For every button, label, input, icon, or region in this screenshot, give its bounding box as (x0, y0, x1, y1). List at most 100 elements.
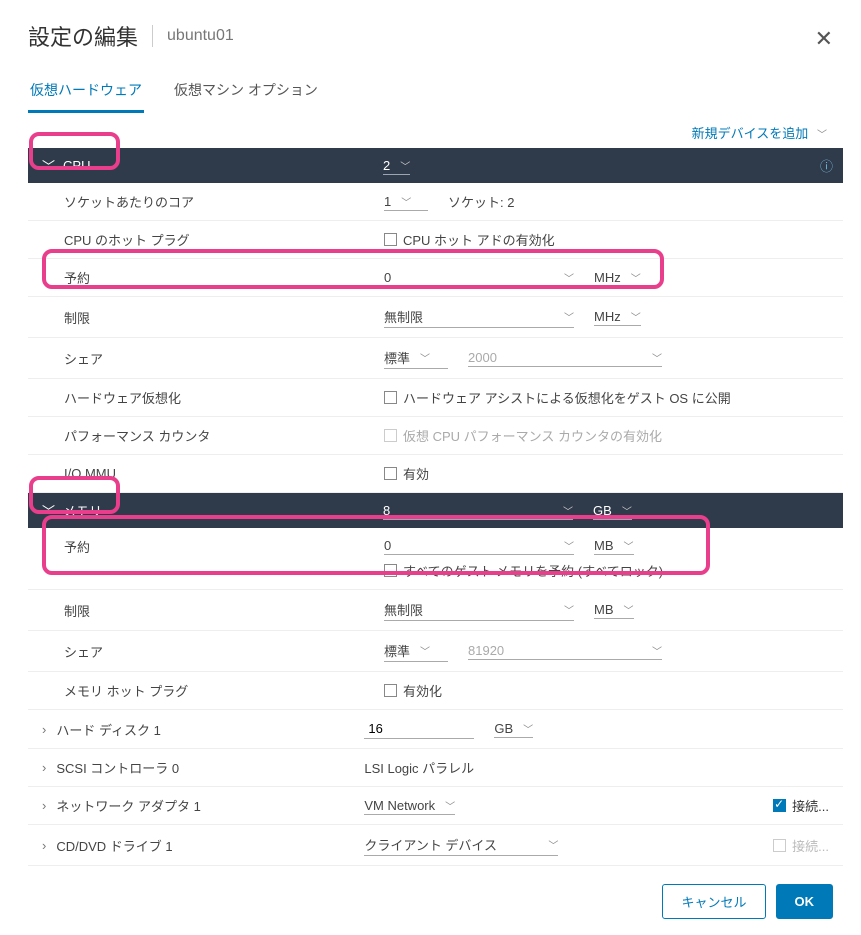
scsi-value: LSI Logic パラレル (364, 758, 474, 777)
cancel-button[interactable]: キャンセル (662, 884, 765, 919)
memory-reservation-row: 予約 0﹀ MB﹀ すべてのゲスト メモリを予約 (すべてロック) (28, 528, 843, 590)
net-connect-checkbox[interactable]: 接続... (773, 796, 829, 815)
chevron-down-icon: ﹀ (624, 602, 634, 617)
mem-reserve-all-checkbox[interactable]: すべてのゲスト メモリを予約 (すべてロック) (384, 561, 663, 580)
hwvirt-checkbox[interactable]: ハードウェア アシストによる仮想化をゲスト OS に公開 (384, 388, 731, 407)
chevron-down-icon: ﹀ (420, 643, 430, 658)
cpu-hotplug-row: CPU のホット プラグ CPU ホット アドの有効化 (28, 221, 843, 259)
memory-label: メモリ (63, 501, 383, 520)
iommu-checkbox[interactable]: 有効 (384, 464, 429, 483)
hw-virtualization-row: ハードウェア仮想化 ハードウェア アシストによる仮想化をゲスト OS に公開 (28, 379, 843, 417)
tab-hardware[interactable]: 仮想ハードウェア (28, 72, 144, 113)
modal-header: 設定の編集 ubuntu01 (0, 0, 861, 60)
chevron-down-icon: ﹀ (622, 503, 632, 518)
vm-name: ubuntu01 (167, 27, 234, 45)
cpu-hotplug-label: CPU のホット プラグ (64, 230, 384, 249)
chevron-down-icon: ﹀ (652, 350, 662, 365)
cpu-share-row: シェア 標準﹀ 2000﹀ (28, 338, 843, 379)
cpu-reservation-row: 予約 0﹀ MHz﹀ (28, 259, 843, 297)
cpu-reserve-value[interactable]: 0﹀ (384, 269, 574, 287)
memory-value[interactable]: 8﹀ (383, 502, 573, 520)
memory-share-row: シェア 標準﹀ 81920﹀ (28, 631, 843, 672)
chevron-down-icon: ﹀ (652, 643, 662, 658)
cores-label: ソケットあたりのコア (64, 192, 384, 211)
cpu-limit-row: 制限 無制限﹀ MHz﹀ (28, 297, 843, 338)
chevron-down-icon: ﹀ (42, 501, 55, 520)
socket-count-label: ソケット: 2 (448, 192, 514, 211)
cpu-share-level[interactable]: 標準﹀ (384, 347, 448, 369)
cpu-reserve-label: 予約 (64, 268, 384, 287)
chevron-down-icon: ﹀ (564, 602, 574, 617)
memory-hotplug-row: メモリ ホット プラグ 有効化 (28, 672, 843, 710)
mem-limit-unit[interactable]: MB﹀ (594, 601, 634, 619)
tabs: 仮想ハードウェア 仮想マシン オプション (0, 60, 861, 113)
mem-hotplug-checkbox[interactable]: 有効化 (384, 681, 442, 700)
mem-reserve-unit[interactable]: MB﹀ (594, 537, 634, 555)
net-label: ネットワーク アダプタ 1 (56, 796, 364, 815)
chevron-down-icon: ﹀ (814, 130, 827, 141)
perfcnt-checkbox: 仮想 CPU パフォーマンス カウンタの有効化 (384, 426, 662, 445)
network-adapter-row[interactable]: › ネットワーク アダプタ 1 VM Network﹀ 接続... (28, 787, 843, 825)
iommu-label: I/O MMU (64, 466, 384, 481)
cpu-limit-value[interactable]: 無制限﹀ (384, 306, 574, 328)
cpu-label: CPU (63, 158, 383, 173)
hwvirt-label: ハードウェア仮想化 (64, 388, 384, 407)
cd-label: CD/DVD ドライブ 1 (56, 836, 364, 855)
cpu-limit-unit[interactable]: MHz﹀ (594, 308, 641, 326)
mem-reserve-value[interactable]: 0﹀ (384, 537, 574, 555)
mem-reserve-label: 予約 (64, 537, 384, 556)
net-select[interactable]: VM Network﹀ (364, 797, 455, 815)
perf-counter-row: パフォーマンス カウンタ 仮想 CPU パフォーマンス カウンタの有効化 (28, 417, 843, 455)
mem-limit-value[interactable]: 無制限﹀ (384, 599, 574, 621)
chevron-down-icon: ﹀ (548, 837, 558, 852)
cpu-hotplug-checkbox[interactable]: CPU ホット アドの有効化 (384, 230, 555, 249)
add-device-link[interactable]: 新規デバイスを追加 ﹀ (0, 113, 861, 148)
info-icon[interactable]: ⓘ (820, 156, 833, 175)
close-icon[interactable]: ✕ (815, 26, 833, 52)
chevron-down-icon: ﹀ (400, 158, 410, 173)
footer: キャンセル OK (0, 868, 861, 935)
cd-dvd-row[interactable]: › CD/DVD ドライブ 1 クライアント デバイス﹀ 接続... (28, 825, 843, 866)
cpu-reserve-unit[interactable]: MHz﹀ (594, 269, 641, 287)
page-title: 設定の編集 (28, 20, 138, 52)
title-separator (152, 25, 153, 47)
tab-vm-options[interactable]: 仮想マシン オプション (172, 72, 320, 113)
hdd-unit[interactable]: GB﹀ (494, 720, 533, 738)
scsi-label: SCSI コントローラ 0 (56, 758, 364, 777)
chevron-right-icon: › (42, 798, 46, 813)
cores-select[interactable]: 1﹀ (384, 193, 428, 211)
hdd-size-input[interactable] (364, 719, 474, 739)
mem-share-value[interactable]: 81920﹀ (468, 642, 662, 660)
cpu-limit-label: 制限 (64, 308, 384, 327)
cores-per-socket-row: ソケットあたりのコア 1﹀ ソケット: 2 (28, 183, 843, 221)
cpu-count-select[interactable]: 2﹀ (383, 157, 410, 175)
chevron-down-icon: ﹀ (563, 503, 573, 518)
chevron-down-icon: ﹀ (420, 350, 430, 365)
chevron-right-icon: › (42, 838, 46, 853)
cpu-share-label: シェア (64, 349, 384, 368)
iommu-row: I/O MMU 有効 (28, 455, 843, 493)
cd-select[interactable]: クライアント デバイス﹀ (364, 834, 558, 856)
scsi-row[interactable]: › SCSI コントローラ 0 LSI Logic パラレル (28, 749, 843, 787)
memory-limit-row: 制限 無制限﹀ MB﹀ (28, 590, 843, 631)
memory-section-header[interactable]: ﹀ メモリ 8﹀ GB﹀ (28, 493, 843, 528)
ok-button[interactable]: OK (776, 884, 834, 919)
mem-hotplug-label: メモリ ホット プラグ (64, 681, 384, 700)
chevron-down-icon: ﹀ (624, 538, 634, 553)
cpu-section-header[interactable]: ﹀ CPU 2﹀ ⓘ (28, 148, 843, 183)
perfcnt-label: パフォーマンス カウンタ (64, 426, 384, 445)
chevron-down-icon: ﹀ (445, 798, 455, 813)
cpu-share-value[interactable]: 2000﹀ (468, 349, 662, 367)
memory-unit[interactable]: GB﹀ (593, 502, 632, 520)
chevron-down-icon: ﹀ (401, 194, 411, 209)
mem-limit-label: 制限 (64, 601, 384, 620)
hard-disk-row[interactable]: › ハード ディスク 1 GB﹀ (28, 710, 843, 749)
cd-connect-checkbox: 接続... (773, 836, 829, 855)
mem-share-level[interactable]: 標準﹀ (384, 640, 448, 662)
chevron-right-icon: › (42, 722, 46, 737)
hdd-label: ハード ディスク 1 (56, 720, 364, 739)
mem-share-label: シェア (64, 642, 384, 661)
settings-scroll[interactable]: ﹀ CPU 2﹀ ⓘ ソケットあたりのコア 1﹀ ソケット: 2 CPU のホッ… (28, 148, 853, 868)
chevron-down-icon: ﹀ (564, 538, 574, 553)
chevron-down-icon: ﹀ (631, 270, 641, 285)
